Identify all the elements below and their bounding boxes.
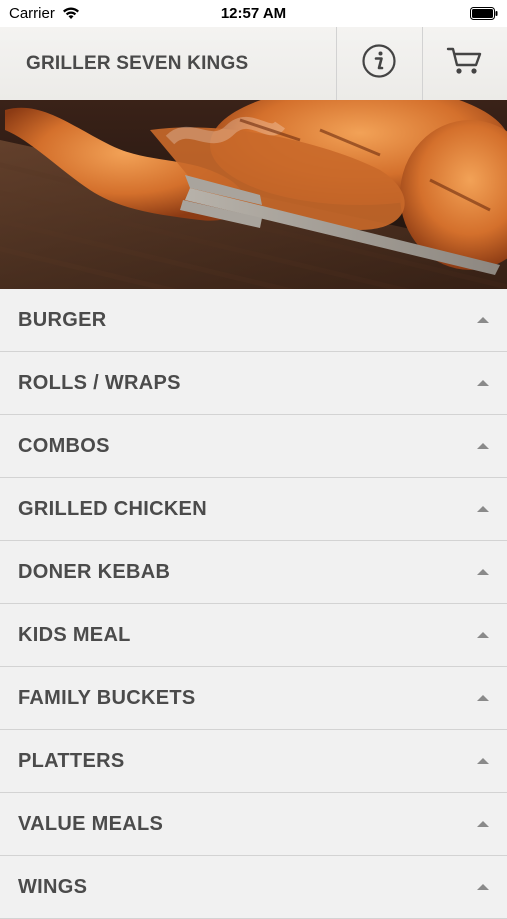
caret-up-icon <box>477 821 489 827</box>
caret-up-icon <box>477 506 489 512</box>
status-time: 12:57 AM <box>220 5 287 22</box>
cart-button[interactable] <box>422 27 507 100</box>
category-item-rolls-wraps[interactable]: ROLLS / WRAPS <box>0 352 507 415</box>
caret-up-icon <box>477 695 489 701</box>
category-item-grilled-chicken[interactable]: GRILLED CHICKEN <box>0 478 507 541</box>
category-label: ROLLS / WRAPS <box>18 372 181 394</box>
caret-up-icon <box>477 443 489 449</box>
battery-icon <box>470 7 498 25</box>
category-label: FAMILY BUCKETS <box>18 687 196 709</box>
category-label: WINGS <box>18 876 88 898</box>
category-item-platters[interactable]: PLATTERS <box>0 730 507 793</box>
hero-image <box>0 100 507 289</box>
caret-up-icon <box>477 317 489 323</box>
caret-up-icon <box>477 884 489 890</box>
info-icon <box>361 43 397 84</box>
category-label: VALUE MEALS <box>18 813 164 835</box>
category-item-kids-meal[interactable]: KIDS MEAL <box>0 604 507 667</box>
category-item-value-meals[interactable]: VALUE MEALS <box>0 793 507 856</box>
cart-icon <box>446 45 484 82</box>
category-label: DONER KEBAB <box>18 561 171 583</box>
app-title: GRILLER SEVEN KINGS <box>26 53 249 74</box>
caret-up-icon <box>477 632 489 638</box>
category-label: GRILLED CHICKEN <box>18 498 207 520</box>
category-item-wings[interactable]: WINGS <box>0 856 507 919</box>
caret-up-icon <box>477 758 489 764</box>
category-item-combos[interactable]: COMBOS <box>0 415 507 478</box>
category-label: COMBOS <box>18 435 110 457</box>
category-item-doner-kebab[interactable]: DONER KEBAB <box>0 541 507 604</box>
caret-up-icon <box>477 380 489 386</box>
app-header: GRILLER SEVEN KINGS <box>0 27 507 101</box>
category-item-family-buckets[interactable]: FAMILY BUCKETS <box>0 667 507 730</box>
category-list: BURGER ROLLS / WRAPS COMBOS GRILLED CHIC… <box>0 289 507 919</box>
category-label: BURGER <box>18 309 107 331</box>
category-label: KIDS MEAL <box>18 624 131 646</box>
status-bar: Carrier 12:57 AM <box>0 0 507 27</box>
category-item-burger[interactable]: BURGER <box>0 289 507 352</box>
info-button[interactable] <box>336 27 421 100</box>
caret-up-icon <box>477 569 489 575</box>
category-label: PLATTERS <box>18 750 125 772</box>
